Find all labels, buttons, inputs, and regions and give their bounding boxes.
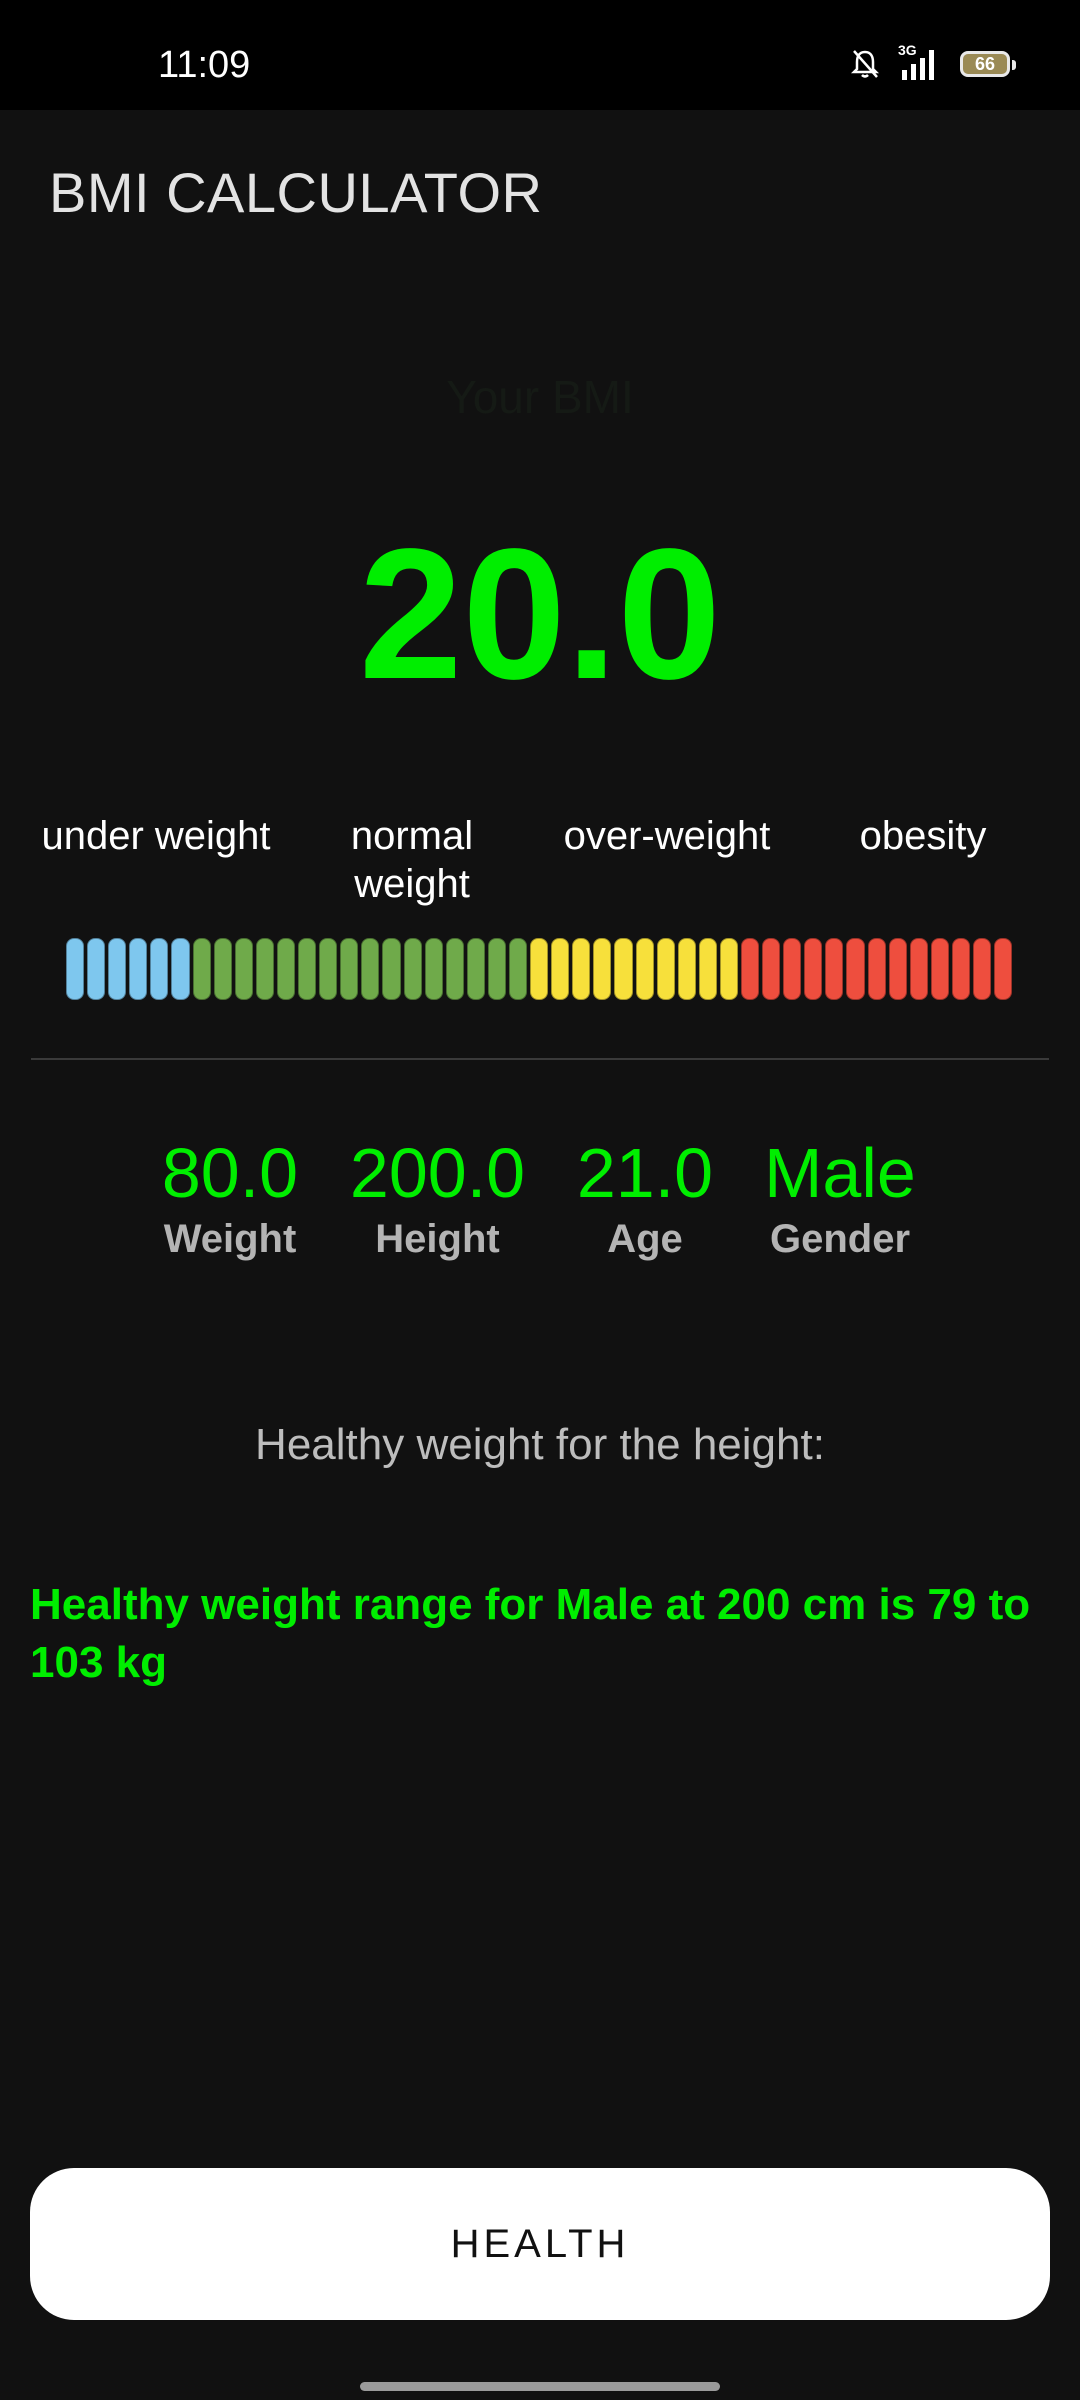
scale-segment-normal — [192, 938, 211, 1000]
bell-muted-icon — [850, 48, 880, 80]
scale-segment-obesity — [994, 938, 1013, 1000]
scale-segment-normal — [340, 938, 359, 1000]
app-title: BMI CALCULATOR — [49, 161, 543, 224]
scale-segment-obesity — [867, 938, 886, 1000]
scale-segment-normal — [213, 938, 232, 1000]
scale-segment-over — [572, 938, 591, 1000]
scale-segment-normal — [424, 938, 443, 1000]
gender-label: Gender — [769, 1217, 911, 1261]
health-button[interactable]: HEALTH — [30, 2168, 1050, 2320]
stat-height: 200.0 Height — [340, 1132, 535, 1264]
scale-segment-obesity — [909, 938, 928, 1000]
stat-age: 21.0 Age — [565, 1132, 725, 1264]
height-label: Height — [375, 1217, 500, 1261]
scale-segment-normal — [508, 938, 528, 1000]
battery-level: 66 — [974, 54, 996, 74]
category-obesity: obesity — [859, 814, 987, 858]
scale-segment-over — [635, 938, 654, 1000]
category-under-weight: under weight — [41, 814, 271, 858]
scale-segment-normal — [403, 938, 422, 1000]
scale-segment-over — [719, 938, 738, 1000]
status-icons: 3G 66 — [850, 42, 1016, 84]
scale-segment-under — [150, 938, 169, 1000]
healthy-weight-heading: Healthy weight for the height: — [255, 1420, 825, 1469]
scale-segment-under — [87, 938, 106, 1000]
scale-segment-obesity — [825, 938, 844, 1000]
weight-value: 80.0 — [161, 1134, 299, 1212]
network-type-label: 3G — [898, 42, 917, 58]
scale-segment-over — [593, 938, 612, 1000]
scale-segment-normal — [487, 938, 506, 1000]
scale-segment-normal — [382, 938, 401, 1000]
scale-segment-normal — [234, 938, 253, 1000]
category-over-weight: over-weight — [563, 814, 771, 858]
scale-segment-over — [656, 938, 675, 1000]
scale-segment-over — [698, 938, 717, 1000]
scale-segment-over — [677, 938, 696, 1000]
status-bar: 11:09 3G 66 — [0, 0, 1080, 110]
scale-segment-obesity — [762, 938, 781, 1000]
weight-label: Weight — [163, 1217, 297, 1261]
scale-segment-over — [551, 938, 570, 1000]
bmi-value: 20.0 — [358, 511, 721, 718]
home-indicator[interactable] — [360, 2382, 720, 2391]
scale-segment-obesity — [951, 938, 971, 1000]
scale-segment-obesity — [783, 938, 802, 1000]
bmi-scale — [66, 938, 1013, 1000]
scale-segment-normal — [361, 938, 380, 1000]
your-bmi-heading: Your BMI — [446, 371, 634, 423]
scale-segment-normal — [319, 938, 338, 1000]
status-time: 11:09 — [158, 44, 251, 86]
scale-segment-over — [614, 938, 633, 1000]
healthy-weight-range: Healthy weight range for Male at 200 cm … — [30, 1580, 1031, 1687]
bmi-categories: under weight normal weight over-weight o… — [0, 812, 1080, 922]
category-normal-weight: normal weight — [350, 814, 474, 906]
age-value: 21.0 — [576, 1134, 714, 1212]
scale-segment-obesity — [888, 938, 907, 1000]
divider — [31, 1058, 1049, 1060]
scale-segment-under — [171, 938, 190, 1000]
height-value: 200.0 — [349, 1134, 526, 1212]
scale-segment-obesity — [741, 938, 760, 1000]
scale-segment-under — [66, 938, 85, 1000]
gender-value: Male — [764, 1134, 916, 1212]
scale-segment-normal — [466, 938, 485, 1000]
scale-segment-under — [108, 938, 127, 1000]
scale-segment-over — [530, 938, 549, 1000]
scale-segment-normal — [445, 938, 464, 1000]
stat-weight: 80.0 Weight — [150, 1132, 310, 1264]
stats-row: 80.0 Weight 200.0 Height 21.0 Age Male G… — [0, 1132, 1080, 1272]
scale-segment-normal — [276, 938, 296, 1000]
scale-segment-normal — [298, 938, 317, 1000]
signal-icon: 3G — [898, 42, 942, 82]
scale-segment-normal — [255, 938, 274, 1000]
scale-segment-obesity — [973, 938, 992, 1000]
stat-gender: Male Gender — [750, 1132, 930, 1264]
scale-segment-obesity — [930, 938, 949, 1000]
scale-segment-obesity — [846, 938, 865, 1000]
age-label: Age — [607, 1217, 683, 1261]
scale-segment-under — [129, 938, 148, 1000]
scale-segment-obesity — [804, 938, 823, 1000]
battery-icon: 66 — [960, 51, 1016, 77]
